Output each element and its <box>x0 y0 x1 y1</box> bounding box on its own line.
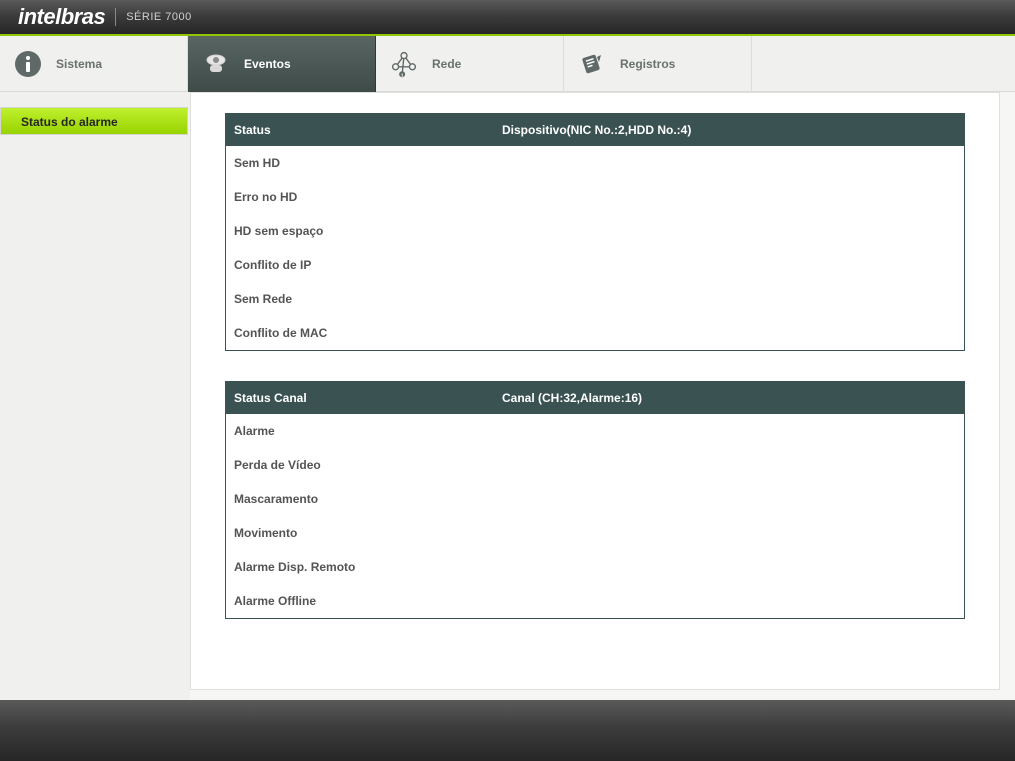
main-nav: Sistema Eventos i <box>0 36 1015 92</box>
sidebar-item-alarm-status[interactable]: Status do alarme <box>0 107 188 135</box>
status-panel-header: Status Dispositivo(NIC No.:2,HDD No.:4) <box>226 114 964 146</box>
network-icon: i <box>390 50 418 78</box>
nav-sistema[interactable]: Sistema <box>0 36 188 92</box>
content-wrap: Status Dispositivo(NIC No.:2,HDD No.:4) … <box>190 92 1015 700</box>
nav-label: Rede <box>432 57 563 71</box>
status-row: Sem Rede <box>226 282 964 316</box>
sidebar: Status do alarme <box>0 92 190 700</box>
channel-row: Alarme Disp. Remoto <box>226 550 964 584</box>
nav-eventos[interactable]: Eventos <box>188 36 376 92</box>
camera-icon <box>202 50 230 78</box>
device-col-header: Dispositivo(NIC No.:2,HDD No.:4) <box>502 123 964 137</box>
channel-status-col-header: Status Canal <box>226 391 502 405</box>
top-bar: intelbras SÉRIE 7000 <box>0 0 1015 36</box>
status-panel: Status Dispositivo(NIC No.:2,HDD No.:4) … <box>225 113 965 351</box>
brand-divider <box>115 8 116 26</box>
nav-rede[interactable]: i Rede <box>376 36 564 92</box>
info-icon <box>14 50 42 78</box>
content: Status Dispositivo(NIC No.:2,HDD No.:4) … <box>190 92 1000 690</box>
status-row: HD sem espaço <box>226 214 964 248</box>
nav-label: Registros <box>620 57 751 71</box>
nav-label: Sistema <box>56 57 187 71</box>
brand-logo: intelbras <box>18 4 105 30</box>
bottom-bar <box>0 700 1015 761</box>
status-panel-body: Sem HD Erro no HD HD sem espaço Conflito… <box>226 146 964 350</box>
channel-row: Perda de Vídeo <box>226 448 964 482</box>
nav-label: Eventos <box>244 57 375 71</box>
body: Status do alarme Status Dispositivo(NIC … <box>0 92 1015 700</box>
series-label: SÉRIE 7000 <box>126 11 192 23</box>
status-row: Sem HD <box>226 146 964 180</box>
status-row: Conflito de IP <box>226 248 964 282</box>
channel-row: Movimento <box>226 516 964 550</box>
channel-panel-body: Alarme Perda de Vídeo Mascaramento Movim… <box>226 414 964 618</box>
channel-panel-header: Status Canal Canal (CH:32,Alarme:16) <box>226 382 964 414</box>
log-icon <box>578 50 606 78</box>
channel-row: Alarme <box>226 414 964 448</box>
status-row: Conflito de MAC <box>226 316 964 350</box>
channel-row: Mascaramento <box>226 482 964 516</box>
nav-registros[interactable]: Registros <box>564 36 752 92</box>
channel-status-panel: Status Canal Canal (CH:32,Alarme:16) Ala… <box>225 381 965 619</box>
status-col-header: Status <box>226 123 502 137</box>
channel-col-header: Canal (CH:32,Alarme:16) <box>502 391 964 405</box>
channel-row: Alarme Offline <box>226 584 964 618</box>
status-row: Erro no HD <box>226 180 964 214</box>
